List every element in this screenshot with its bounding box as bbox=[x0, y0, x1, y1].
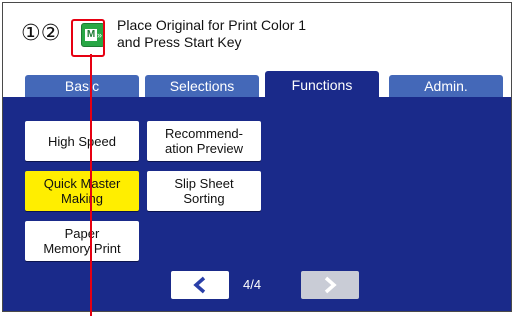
next-page-button[interactable] bbox=[301, 271, 359, 299]
tab-bar: Basic Selections Functions Admin. bbox=[3, 71, 511, 97]
chevron-left-icon bbox=[193, 276, 206, 294]
tab-basic[interactable]: Basic bbox=[25, 75, 139, 97]
quick-master-making-button[interactable]: Quick Master Making bbox=[25, 171, 139, 211]
tab-admin[interactable]: Admin. bbox=[389, 75, 503, 97]
touch-panel-screen: ①② M » Place Original for Print Color 1 … bbox=[2, 2, 512, 312]
chevron-right-icon bbox=[324, 276, 337, 294]
callout-highlight bbox=[71, 19, 105, 57]
page-indicator: 4/4 bbox=[243, 277, 262, 292]
tab-selections[interactable]: Selections bbox=[145, 75, 259, 97]
tab-functions[interactable]: Functions bbox=[265, 71, 379, 97]
prev-page-button[interactable] bbox=[171, 271, 229, 299]
status-message: Place Original for Print Color 1 and Pre… bbox=[117, 17, 307, 50]
functions-panel: High Speed Recommend- ation Preview Quic… bbox=[3, 97, 511, 311]
high-speed-button[interactable]: High Speed bbox=[25, 121, 139, 161]
color-drum-indicator: ①② bbox=[21, 21, 61, 46]
recommendation-preview-button[interactable]: Recommend- ation Preview bbox=[147, 121, 261, 161]
callout-leader-line bbox=[90, 54, 92, 316]
slip-sheet-sorting-button[interactable]: Slip Sheet Sorting bbox=[147, 171, 261, 211]
paper-memory-print-button[interactable]: Paper Memory Print bbox=[25, 221, 139, 261]
